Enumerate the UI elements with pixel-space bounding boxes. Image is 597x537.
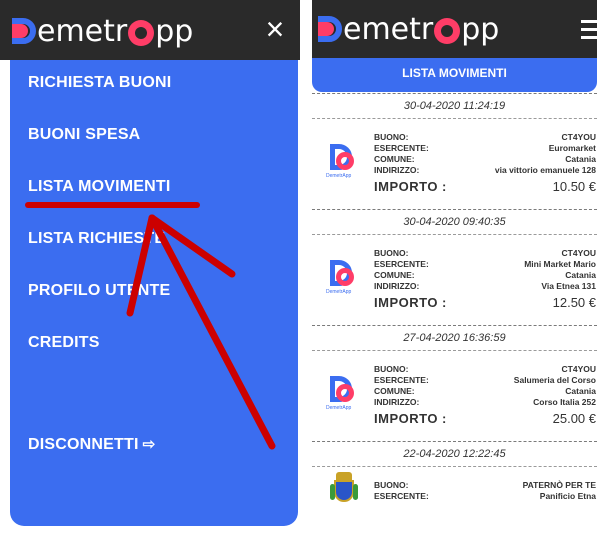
esercente-label: ESERCENTE: (374, 491, 429, 501)
esercente-label: ESERCENTE: (374, 143, 429, 153)
entry-datetime: 22-04-2020 12:22:45 (403, 448, 506, 460)
logo-text-left: emetr (37, 13, 128, 49)
menu-item-disconnetti[interactable]: DISCONNETTI ⇨ (28, 435, 155, 454)
esercente-value: Euromarket (548, 143, 596, 153)
entry-datetime: 30-04-2020 11:24:19 (403, 100, 506, 112)
menu-item-lista-movimenti[interactable]: LISTA MOVIMENTI (28, 178, 171, 196)
indirizzo-label: INDIRIZZO: (374, 281, 420, 291)
page-title: LISTA MOVIMENTI (312, 58, 597, 92)
comune-label: COMUNE: (374, 270, 415, 280)
buono-value: CT4YOU (561, 364, 596, 374)
menu-item-profilo-utente[interactable]: PROFILO UTENTE (28, 282, 170, 300)
drawer-header: emetr pp × (0, 0, 300, 60)
esercente-label: ESERCENTE: (374, 375, 429, 385)
demetrapp-logo-icon: DemetrApp (326, 144, 362, 180)
demetrapp-logo-icon: DemetrApp (326, 376, 362, 412)
lista-movimenti-screen: emetr pp LISTA MOVIMENTI 30-04-2020 11:24… (312, 0, 597, 537)
importo-label: IMPORTO : (374, 411, 447, 426)
esercente-label: ESERCENTE: (374, 259, 429, 269)
esercente-value: Salumeria del Corso (513, 375, 596, 385)
importo-label: IMPORTO : (374, 295, 447, 310)
logo-a-mark-icon (128, 20, 155, 46)
logo-d-mark-icon (12, 18, 36, 44)
demetrapp-logo-icon: DemetrApp (326, 260, 362, 296)
indirizzo-value: Via Etnea 131 (541, 281, 596, 291)
logo-text-right: pp (461, 11, 500, 47)
menu-item-lista-richieste[interactable]: LISTA RICHIESTE (28, 230, 165, 248)
entry-datetime: 27-04-2020 16:36:59 (403, 332, 506, 344)
divider (312, 466, 597, 467)
buono-value: CT4YOU (561, 132, 596, 142)
buono-label: BUONO: (374, 480, 409, 490)
municipal-crest-icon (330, 472, 358, 508)
buono-label: BUONO: (374, 364, 409, 374)
list-item[interactable]: 30-04-2020 11:24:19 DemetrApp BUONO: CT4Y… (312, 93, 597, 209)
importo-value: 12.50 € (552, 295, 596, 310)
disconnetti-label: DISCONNETTI (28, 436, 139, 453)
entry-details: BUONO: PATERNÒ PER TE ESERCENTE: Panificio… (374, 480, 596, 502)
comune-value: Catania (565, 386, 596, 396)
list-item[interactable]: 22-04-2020 12:22:45 BUONO: PATERNÒ PER TE… (312, 441, 597, 537)
comune-label: COMUNE: (374, 154, 415, 164)
comune-value: Catania (565, 154, 596, 164)
app-logo: emetr pp (318, 10, 499, 48)
indirizzo-value: Corso Italia 252 (533, 397, 596, 407)
buono-label: BUONO: (374, 132, 409, 142)
close-icon[interactable]: × (260, 13, 290, 45)
divider (312, 350, 597, 351)
indirizzo-label: INDIRIZZO: (374, 397, 420, 407)
menu-item-richiesta-buoni[interactable]: RICHIESTA BUONI (28, 74, 171, 92)
entry-details: BUONO: CT4YOU ESERCENTE: Salumeria del Cor… (374, 364, 596, 428)
entry-datetime: 30-04-2020 09:40:35 (403, 216, 506, 228)
logo-d-mark-icon (318, 16, 342, 42)
logout-icon: ⇨ (142, 436, 156, 453)
menu-item-credits[interactable]: CREDITS (28, 334, 100, 352)
logo-text-right: pp (155, 13, 194, 49)
hamburger-menu-icon[interactable] (581, 20, 597, 39)
list-item[interactable]: 30-04-2020 09:40:35 DemetrApp BUONO: CT4Y… (312, 209, 597, 325)
app-header: emetr pp (312, 0, 597, 58)
drawer-menu: RICHIESTA BUONI BUONI SPESA LISTA MOVIME… (10, 60, 298, 526)
entry-details: BUONO: CT4YOU ESERCENTE: Euromarket COMUNE… (374, 132, 596, 196)
indirizzo-label: INDIRIZZO: (374, 165, 420, 175)
buono-value: CT4YOU (561, 248, 596, 258)
divider (312, 118, 597, 119)
navigation-drawer-screen: emetr pp × RICHIESTA BUONI BUONI SPESA LI… (0, 0, 300, 537)
importo-value: 10.50 € (552, 179, 596, 194)
esercente-value: Panificio Etna (539, 491, 596, 501)
app-logo: emetr pp (12, 12, 193, 50)
buono-value: PATERNÒ PER TE (522, 480, 596, 490)
comune-value: Catania (565, 270, 596, 280)
movements-list: 30-04-2020 11:24:19 DemetrApp BUONO: CT4Y… (312, 93, 597, 537)
logo-a-mark-icon (434, 18, 461, 44)
esercente-value: Mini Market Mario (524, 259, 596, 269)
entry-details: BUONO: CT4YOU ESERCENTE: Mini Market Mario… (374, 248, 596, 312)
comune-label: COMUNE: (374, 386, 415, 396)
buono-label: BUONO: (374, 248, 409, 258)
indirizzo-value: via vittorio emanuele 128 (494, 165, 596, 175)
importo-value: 25.00 € (552, 411, 596, 426)
divider (312, 234, 597, 235)
menu-item-buoni-spesa[interactable]: BUONI SPESA (28, 126, 140, 144)
list-item[interactable]: 27-04-2020 16:36:59 DemetrApp BUONO: CT4Y… (312, 325, 597, 441)
logo-text-left: emetr (343, 11, 434, 47)
importo-label: IMPORTO : (374, 179, 447, 194)
